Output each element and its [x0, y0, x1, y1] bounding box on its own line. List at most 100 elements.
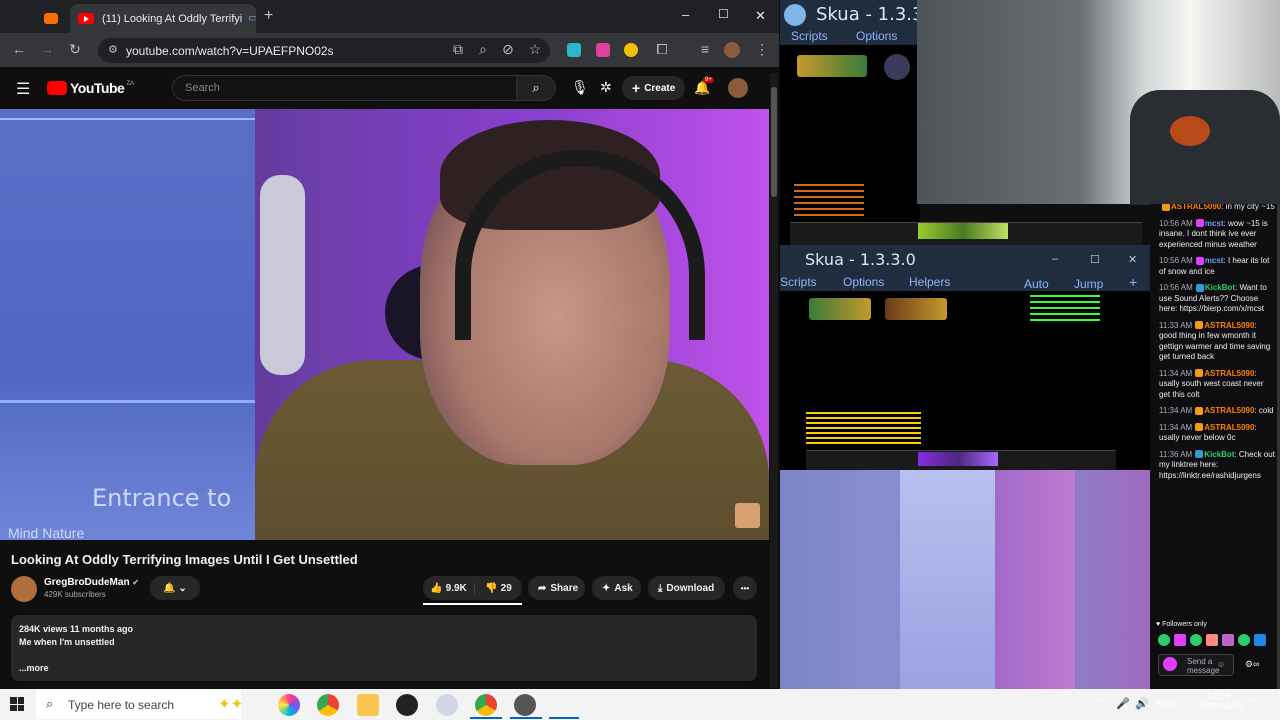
- speaker-icon[interactable]: 🔊: [1135, 697, 1149, 710]
- eye-off-icon[interactable]: ⊘: [498, 41, 518, 58]
- skua2-menu-options[interactable]: Options: [843, 275, 884, 289]
- channel-avatar[interactable]: [11, 576, 37, 602]
- channel-watermark[interactable]: [735, 503, 760, 528]
- chrome-profile-icon[interactable]: [475, 694, 497, 716]
- profile-avatar[interactable]: [724, 42, 740, 58]
- emote-icon[interactable]: [1174, 634, 1186, 646]
- snipping-tool-icon[interactable]: [436, 694, 458, 716]
- chat-timestamp: 10:56 AM: [1159, 256, 1193, 265]
- create-button[interactable]: + Create: [622, 76, 686, 100]
- extension-icon[interactable]: [596, 43, 610, 57]
- site-info-icon[interactable]: ⚙: [108, 43, 118, 56]
- download-button[interactable]: ⤓ Download: [648, 576, 725, 600]
- zoom-icon[interactable]: ⌕: [473, 41, 493, 58]
- subscribe-bell-button[interactable]: 🔔 ⌄: [150, 576, 200, 600]
- search-icon[interactable]: ⌕: [516, 75, 556, 101]
- tab-pinned[interactable]: [36, 4, 66, 33]
- reload-icon[interactable]: ↻: [65, 41, 85, 58]
- emote-icon[interactable]: [1254, 634, 1266, 646]
- account-avatar[interactable]: [728, 78, 748, 98]
- chat-username[interactable]: ASTRAL5090: [1204, 406, 1254, 415]
- youtube-logo[interactable]: YouTube ZA: [47, 80, 134, 96]
- description-box[interactable]: 284K views 11 months ago Me when I'm uns…: [11, 615, 757, 681]
- stream-chat: ASTRAL5090: in my city ~15 10:56 AM mcst: …: [1150, 204, 1280, 689]
- tab-active[interactable]: (11) Looking At Oddly Terrifyi ▭ ✕: [70, 4, 256, 33]
- copilot-sparkle-icon[interactable]: ✦✦: [218, 695, 243, 713]
- skua2-auto-button[interactable]: Auto: [1024, 277, 1049, 291]
- chat-username[interactable]: mcst: [1205, 219, 1224, 228]
- clock[interactable]: 13:24 2026/01/10: [1198, 691, 1243, 711]
- minimize-button[interactable]: –: [682, 7, 689, 22]
- skua2-jump-button[interactable]: Jump: [1074, 277, 1103, 291]
- skua2-close-button[interactable]: ✕: [1128, 253, 1137, 266]
- chrome-icon[interactable]: [317, 694, 339, 716]
- sparkle-icon: ✦: [602, 582, 611, 594]
- game-skills[interactable]: [918, 223, 1008, 239]
- menu-kebab-icon[interactable]: ⋮: [752, 41, 772, 58]
- close-button[interactable]: ✕: [755, 8, 766, 24]
- chat-username[interactable]: ASTRAL5090: [1204, 369, 1254, 378]
- dislike-button[interactable]: 👎 29: [475, 583, 522, 594]
- skua-menu-options[interactable]: Options: [856, 29, 897, 43]
- emote-icon[interactable]: [1206, 634, 1218, 646]
- emote-icon[interactable]: [1158, 634, 1170, 646]
- install-app-icon[interactable]: ⧉: [448, 41, 468, 58]
- notification-center-icon[interactable]: 🗨: [1245, 697, 1260, 711]
- more-actions-button[interactable]: •••: [733, 576, 757, 600]
- steam-icon[interactable]: [396, 694, 418, 716]
- skua2-menu-scripts[interactable]: Scripts: [780, 275, 817, 289]
- maximize-button[interactable]: ☐: [718, 7, 729, 21]
- emote-icon[interactable]: [1238, 634, 1250, 646]
- taskbar-search-box[interactable]: ⌕ Type here to search: [36, 690, 241, 719]
- chat-username[interactable]: mcst: [1205, 256, 1224, 265]
- gemini-icon[interactable]: ✲: [600, 79, 612, 96]
- channel-name[interactable]: GregBroDudeMan ✔: [44, 577, 139, 588]
- hamburger-menu-icon[interactable]: ☰: [16, 79, 30, 99]
- bookmark-star-icon[interactable]: ☆: [525, 41, 545, 58]
- youtube-search-input[interactable]: Search: [172, 75, 517, 101]
- page-scrollbar[interactable]: [770, 73, 778, 688]
- back-arrow-icon[interactable]: ←: [9, 41, 29, 57]
- like-button[interactable]: 👍 9.9K: [423, 582, 475, 594]
- chat-username[interactable]: KickBot: [1204, 450, 1234, 459]
- forward-arrow-icon[interactable]: →: [37, 41, 57, 57]
- extensions-puzzle-icon[interactable]: ⧠: [652, 41, 672, 58]
- chat-settings-icon[interactable]: ⚙∞: [1245, 659, 1259, 670]
- media-control-icon[interactable]: ≡: [695, 41, 715, 57]
- ask-button[interactable]: ✦ Ask: [592, 576, 641, 600]
- share-arrow-icon: ➦: [538, 582, 547, 594]
- system-tray-chevron-icon[interactable]: ⌃: [1097, 697, 1106, 710]
- chat-message: 11:34 AM ASTRAL5090: cold: [1159, 406, 1276, 417]
- scrollbar-thumb[interactable]: [771, 87, 777, 197]
- emoji-icon[interactable]: ☺: [1217, 660, 1225, 669]
- skua-menu-scripts[interactable]: Scripts: [791, 29, 828, 43]
- skua2-minimize-button[interactable]: –: [1052, 253, 1058, 265]
- game-skills-2[interactable]: [918, 452, 998, 466]
- windows-start-icon[interactable]: [10, 697, 24, 711]
- chat-username[interactable]: ASTRAL5090: [1204, 321, 1254, 330]
- thumbs-down-icon: 👎: [485, 582, 498, 594]
- emote-icon[interactable]: [1190, 634, 1202, 646]
- chat-username[interactable]: ASTRAL5090: [1171, 204, 1221, 211]
- new-tab-button[interactable]: +: [264, 7, 273, 25]
- skua2-menu-helpers[interactable]: Helpers: [909, 275, 950, 289]
- show-more-link[interactable]: ...more: [19, 663, 749, 673]
- emote-icon[interactable]: [1222, 634, 1234, 646]
- share-button[interactable]: ➦ Share: [528, 576, 585, 600]
- room-curtain: [995, 470, 1075, 689]
- chat-username[interactable]: KickBot: [1205, 283, 1235, 292]
- skua-app-icon[interactable]: [514, 694, 536, 716]
- file-explorer-folder-icon[interactable]: [357, 694, 379, 716]
- skua2-add-button[interactable]: +: [1129, 274, 1137, 290]
- chat-username[interactable]: ASTRAL5090: [1204, 423, 1254, 432]
- copilot-icon[interactable]: [278, 694, 300, 716]
- user-badge-icon: [1195, 450, 1204, 459]
- microphone-tray-icon[interactable]: 🎤: [1116, 697, 1130, 710]
- extension-icon[interactable]: [567, 43, 581, 57]
- microphone-icon[interactable]: 🎙: [571, 79, 589, 96]
- extension-icon[interactable]: [624, 43, 638, 57]
- language-indicator[interactable]: ENG: [1156, 699, 1178, 710]
- skua2-maximize-button[interactable]: ☐: [1090, 253, 1100, 266]
- chat-user-avatar[interactable]: [1163, 657, 1177, 671]
- tab-favicon-icon: [44, 13, 58, 24]
